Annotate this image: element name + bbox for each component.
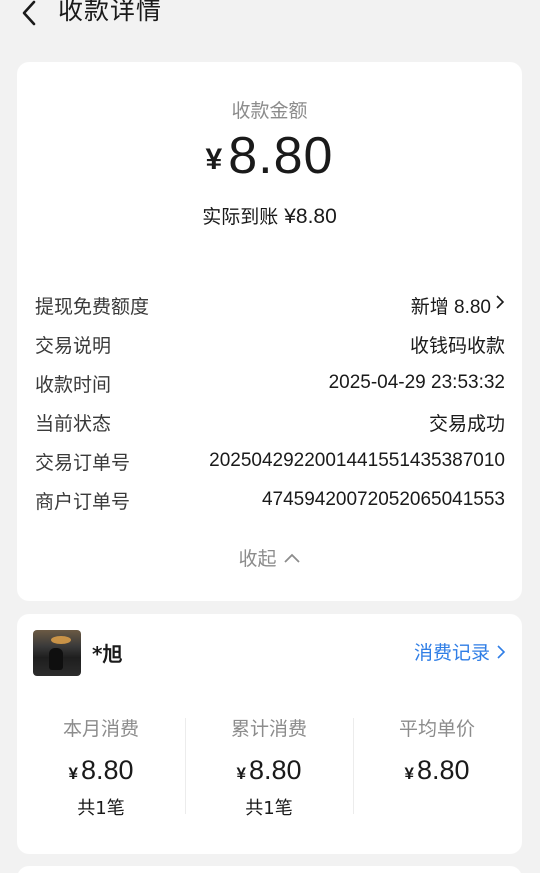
amount-label: 收款金额	[231, 100, 308, 122]
detail-value: 收钱码收款	[409, 334, 505, 357]
stat-count: 共1笔	[245, 798, 293, 819]
stat-total: 累计消费 ¥8.80 共1笔	[185, 714, 353, 820]
stat-amount: 8.80	[80, 755, 134, 785]
stat-currency: ¥	[68, 764, 78, 783]
detail-label: 交易订单号	[35, 451, 131, 474]
stat-value: ¥8.80	[17, 755, 185, 786]
detail-value: 新增 8.80	[411, 292, 505, 319]
customer-card: *旭 消费记录 本月消费 ¥8.80 共1笔 累计消费 ¥8.80 共1笔 平均…	[17, 614, 522, 854]
collapse-label: 收起	[238, 548, 277, 570]
received-amount: 实际到账 ¥8.80	[17, 202, 522, 229]
header-bar: 收款详情	[0, 0, 540, 36]
avatar	[33, 630, 81, 676]
stat-currency: ¥	[404, 764, 414, 783]
back-arrow-icon[interactable]	[14, 0, 44, 30]
free-quota-value: 新增 8.80	[410, 296, 491, 318]
stat-amount: 8.80	[248, 755, 302, 785]
detail-value: 交易成功	[428, 412, 505, 435]
received-label: 实际到账	[202, 206, 279, 228]
stat-title: 平均单价	[398, 718, 475, 740]
detail-label: 商户订单号	[35, 490, 131, 513]
history-label: 消费记录	[413, 642, 490, 664]
chevron-right-icon	[495, 294, 505, 316]
currency-symbol: ¥	[205, 143, 223, 176]
stat-currency: ¥	[236, 764, 246, 783]
transaction-detail-card: 收款金额 ¥8.80 实际到账 ¥8.80 提现免费额度 新增 8.80 交易说明…	[17, 62, 522, 601]
detail-label: 当前状态	[35, 412, 112, 435]
detail-label: 收款时间	[35, 373, 112, 396]
stat-value: ¥8.80	[353, 755, 521, 786]
detail-row-description: 交易说明 收钱码收款	[35, 329, 505, 359]
amount-display: ¥8.80	[17, 126, 522, 186]
stat-title: 本月消费	[62, 718, 139, 740]
page-title: 收款详情	[58, 0, 163, 25]
stat-amount: 8.80	[416, 755, 470, 785]
stat-value: ¥8.80	[185, 755, 353, 786]
stat-monthly: 本月消费 ¥8.80 共1笔	[17, 714, 185, 820]
detail-value: 47459420072052065041553	[261, 489, 505, 510]
detail-label: 交易说明	[35, 334, 112, 357]
collapse-button[interactable]: 收起	[17, 544, 522, 571]
amount-value: 8.80	[228, 127, 334, 185]
detail-value: 2025-04-29 23:53:32	[328, 372, 505, 393]
detail-value: 20250429220014415514353870​10	[209, 450, 505, 471]
detail-row-time: 收款时间 2025-04-29 23:53:32	[35, 368, 505, 398]
detail-row-merchant-order-id: 商户订单号 47459420072052065041553	[35, 485, 505, 515]
detail-row-order-id: 交易订单号 20250429220014415514353870​10	[35, 446, 505, 476]
chevron-right-icon	[496, 644, 506, 660]
detail-label: 提现免费额度	[35, 295, 150, 318]
received-value: ¥8.80	[284, 205, 337, 228]
detail-row-free-quota[interactable]: 提现免费额度 新增 8.80	[35, 290, 505, 320]
stat-title: 累计消费	[230, 718, 307, 740]
detail-row-status: 当前状态 交易成功	[35, 407, 505, 437]
customer-name: *旭	[92, 642, 123, 666]
next-card	[17, 866, 522, 873]
chevron-up-icon	[283, 552, 301, 564]
stat-average: 平均单价 ¥8.80	[353, 714, 521, 786]
stat-count: 共1笔	[77, 798, 125, 819]
consumption-history-link[interactable]: 消费记录	[414, 638, 506, 665]
